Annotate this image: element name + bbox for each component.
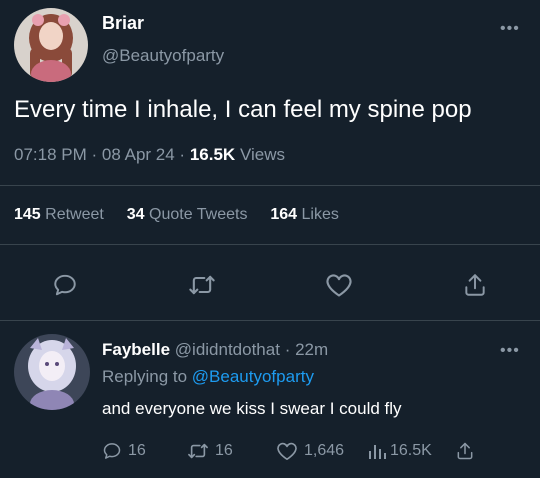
retweets-label: Retweet [45,206,104,223]
reply-views-action[interactable]: 16.5K [367,441,432,461]
divider [0,320,540,321]
divider [0,244,540,245]
retweet-icon[interactable] [188,272,216,298]
heart-icon [276,441,298,461]
reply-retweets-action[interactable]: 16 [187,441,233,461]
separator-dot: · [91,145,98,164]
more-options-icon[interactable]: ••• [500,343,520,359]
reply-icon [102,441,122,461]
divider [0,185,540,186]
reply-header: Faybelle @ididntdothat · 22m [102,340,328,360]
reply-replies-action[interactable]: 16 [102,441,146,461]
views-label: Views [239,145,285,164]
retweet-count: 16 [215,442,233,459]
heart-icon[interactable] [325,272,353,298]
reply-icon[interactable] [52,272,78,298]
like-count: 1,646 [304,442,345,459]
timestamp-row: 07:18 PM · 08 Apr 24 · 16.5K Views [14,145,285,165]
retweets-count: 145 [14,206,41,223]
avatar[interactable] [14,8,88,82]
share-icon[interactable] [462,272,488,298]
retweet-icon [187,441,209,461]
reply-handle[interactable]: @ididntdothat [175,340,280,359]
tweet-time[interactable]: 07:18 PM [14,145,87,164]
views-count: 16.5K [189,145,236,164]
reply-age[interactable]: 22m [295,340,328,359]
separator-dot: · [179,145,186,164]
reply-text: and everyone we kiss I swear I could fly [102,399,402,418]
replying-to-line: Replying to @Beautyofparty [102,367,314,387]
quotes-label: Quote Tweets [149,206,248,223]
tweet-date[interactable]: 08 Apr 24 [102,145,175,164]
tweet-text: Every time I inhale, I can feel my spine… [14,96,472,123]
likes-stat[interactable]: 164 Likes [270,206,339,223]
user-handle[interactable]: @Beautyofparty [102,46,224,66]
replying-to-link[interactable]: @Beautyofparty [192,367,314,386]
separator-dot: · [284,340,291,359]
quotes-count: 34 [126,206,145,223]
reply-display-name[interactable]: Faybelle [102,340,170,359]
display-name[interactable]: Briar [102,13,144,34]
likes-count: 164 [270,206,298,223]
views-count: 16.5K [390,442,432,459]
retweets-stat[interactable]: 145 Retweet [14,206,104,223]
quotes-stat[interactable]: 34 Quote Tweets [127,206,248,223]
replying-to-label: Replying to [102,367,188,386]
views-chart-icon [367,441,387,461]
share-icon[interactable] [455,441,475,461]
more-options-icon[interactable]: ••• [500,21,520,37]
reply-likes-action[interactable]: 1,646 [276,441,344,461]
likes-label: Likes [301,206,339,223]
stats-row: 145 Retweet 34 Quote Tweets 164 Likes [14,206,339,224]
avatar[interactable] [14,334,90,410]
reply-count: 16 [128,442,146,459]
